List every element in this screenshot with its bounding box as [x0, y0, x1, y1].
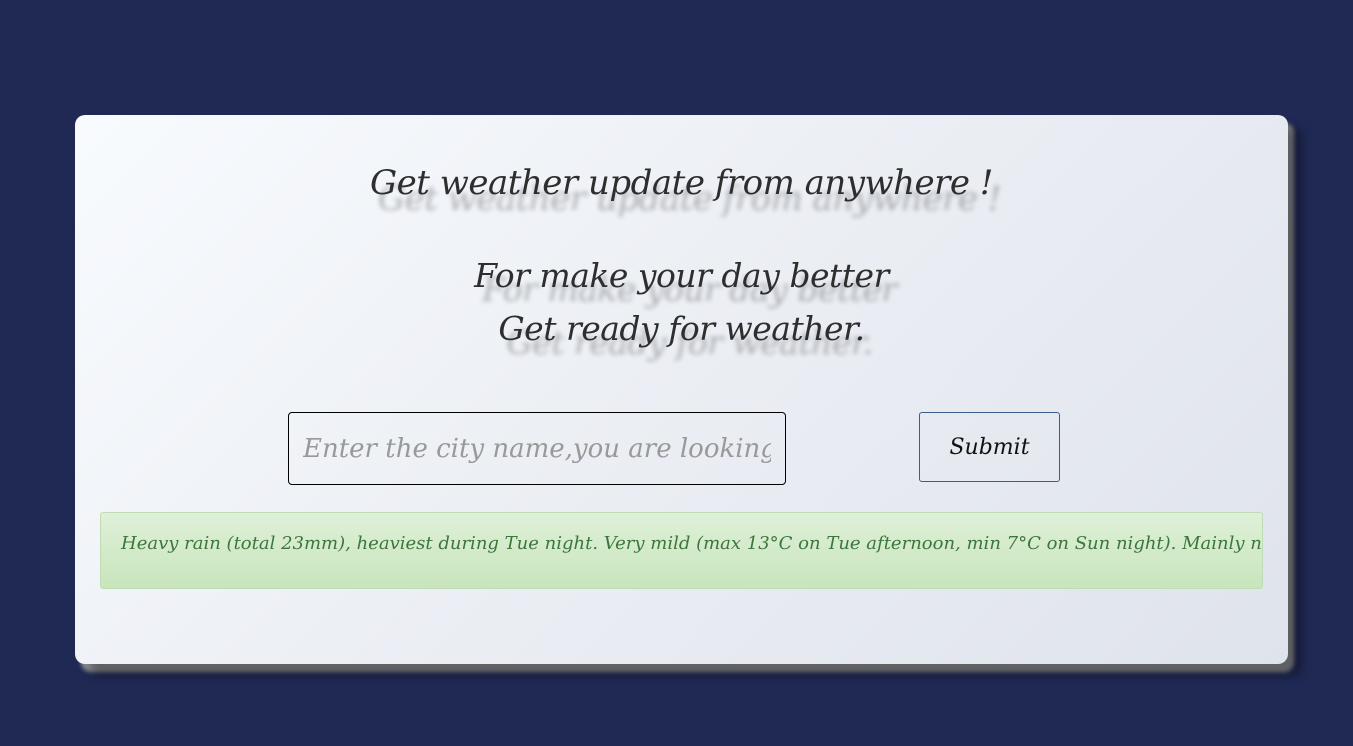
- subtitle-line-1: For make your day better: [474, 256, 889, 295]
- city-search-input[interactable]: [288, 412, 786, 485]
- page-title: Get weather update from anywhere !: [370, 163, 993, 203]
- subtitle-line-2: Get ready for weather.: [498, 309, 865, 348]
- weather-card: Get weather update from anywhere ! For m…: [75, 115, 1288, 664]
- forecast-alert: Heavy rain (total 23mm), heaviest during…: [100, 512, 1263, 589]
- submit-button[interactable]: Submit: [919, 412, 1060, 482]
- page-subtitle: For make your day better Get ready for w…: [75, 249, 1288, 355]
